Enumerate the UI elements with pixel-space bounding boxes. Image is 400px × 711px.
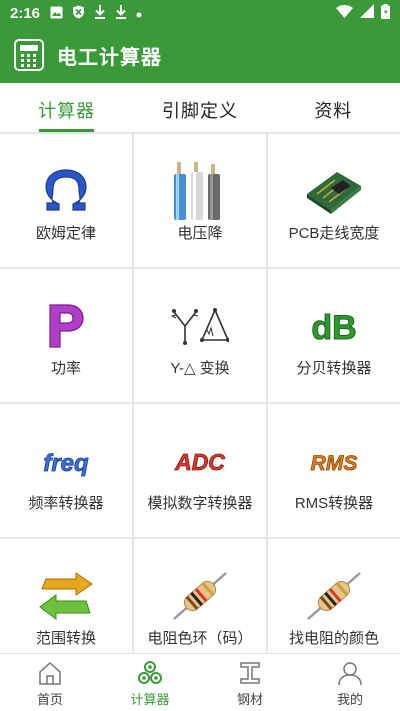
app-bar: 电工计算器 <box>0 27 400 83</box>
nav-steel[interactable]: 钢材 <box>200 654 300 711</box>
db-icon-text: dB <box>311 309 356 346</box>
nav-calculator[interactable]: 计算器 <box>100 654 200 711</box>
tool-label: 模拟数字转换器 <box>147 495 253 512</box>
tool-label: Y-△ 变换 <box>170 360 230 377</box>
tab-label: 引脚定义 <box>161 101 238 121</box>
pcb-icon <box>268 162 400 220</box>
tab-label: 资料 <box>314 101 353 121</box>
tool-label: 找电阻的颜色 <box>288 630 379 647</box>
shield-icon <box>72 5 85 22</box>
status-time: 2:16 <box>10 5 41 22</box>
adc-icon: ADC <box>134 432 266 490</box>
nav-label: 计算器 <box>130 692 170 707</box>
tab-label: 计算器 <box>38 101 96 121</box>
tool-ohms-law[interactable]: 欧姆定律 <box>0 134 132 267</box>
freq-icon-text: freq <box>43 450 89 477</box>
letter-p-icon <box>0 297 132 355</box>
calculator-icon <box>14 39 44 71</box>
tool-find-resistor-color[interactable]: 找电阻的颜色 <box>268 539 400 653</box>
bottom-nav: 首页 计算器 钢材 我的 <box>0 653 400 711</box>
nav-label: 钢材 <box>236 692 263 707</box>
tool-wye-delta[interactable]: Y-△ 变换 <box>134 269 266 402</box>
nav-home[interactable]: 首页 <box>0 654 100 711</box>
tool-grid: 欧姆定律 电压降 PCB走线宽度 功率 Y-△ 变换 dB 分贝转换器 freq… <box>0 133 400 653</box>
rms-icon: RMS <box>268 432 400 490</box>
tab-bar: 计算器 引脚定义 资料 <box>0 83 400 133</box>
rms-icon-text: RMS <box>311 452 358 475</box>
tool-adc-converter[interactable]: ADC 模拟数字转换器 <box>134 404 266 537</box>
freq-icon: freq <box>0 432 132 490</box>
nav-profile[interactable]: 我的 <box>300 654 400 711</box>
omega-icon <box>0 162 132 220</box>
tool-voltage-drop[interactable]: 电压降 <box>134 134 266 267</box>
active-tab-indicator <box>39 129 95 132</box>
tab-pin-definitions[interactable]: 引脚定义 <box>133 83 266 132</box>
tool-frequency-converter[interactable]: freq 频率转换器 <box>0 404 132 537</box>
download-icon <box>94 5 106 22</box>
tool-label: PCB走线宽度 <box>288 225 380 242</box>
dot-icon <box>136 6 142 21</box>
tool-label: 欧姆定律 <box>35 225 96 242</box>
nav-label: 首页 <box>36 692 63 707</box>
tab-calculator[interactable]: 计算器 <box>0 83 133 132</box>
image-icon <box>50 6 63 22</box>
cables-icon <box>134 162 266 220</box>
tab-resources[interactable]: 资料 <box>267 83 400 132</box>
tool-label: 分贝转换器 <box>296 360 372 377</box>
db-icon: dB <box>268 297 400 355</box>
tool-label: 功率 <box>50 360 81 377</box>
tool-decibel-converter[interactable]: dB 分贝转换器 <box>268 269 400 402</box>
app-title: 电工计算器 <box>57 46 162 69</box>
battery-icon <box>381 3 390 24</box>
wye-delta-icon <box>134 297 266 355</box>
tool-label: RMS转换器 <box>294 495 374 512</box>
resistor-icon <box>268 567 400 625</box>
tool-label: 电压降 <box>177 225 223 242</box>
tool-label: 电阻色环（码） <box>147 630 253 647</box>
tool-label: 范围转换 <box>35 630 96 647</box>
tool-rms-converter[interactable]: RMS RMS转换器 <box>268 404 400 537</box>
i-beam-icon <box>200 660 300 686</box>
person-icon <box>300 660 400 686</box>
tool-power[interactable]: 功率 <box>0 269 132 402</box>
resistor-icon <box>134 567 266 625</box>
adc-icon-text: ADC <box>174 449 225 475</box>
swap-arrows-icon <box>0 567 132 625</box>
home-icon <box>0 660 100 686</box>
hex-cluster-icon <box>100 660 200 686</box>
tool-pcb-trace-width[interactable]: PCB走线宽度 <box>268 134 400 267</box>
tool-resistor-color-code[interactable]: 电阻色环（码） <box>134 539 266 653</box>
wifi-icon <box>336 4 353 23</box>
tool-range-conversion[interactable]: 范围转换 <box>0 539 132 653</box>
download-icon <box>115 5 127 22</box>
tool-label: 频率转换器 <box>28 495 104 512</box>
signal-icon <box>360 4 374 23</box>
nav-label: 我的 <box>336 692 363 707</box>
status-bar: 2:16 <box>0 0 400 27</box>
